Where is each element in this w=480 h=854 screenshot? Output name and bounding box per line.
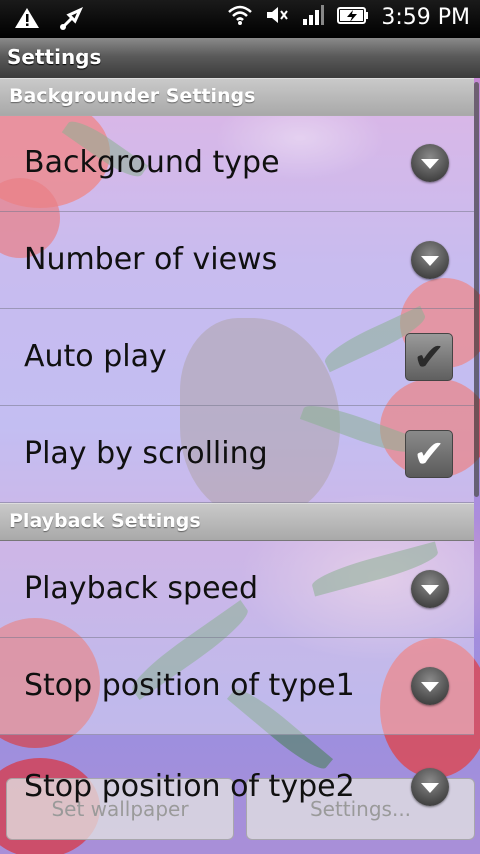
setting-label: Stop position of type1 — [24, 668, 355, 703]
clock: 3:59 PM — [381, 4, 470, 30]
setting-stop-position-type2[interactable]: Stop position of type2 — [0, 735, 474, 831]
setting-number-of-views[interactable]: Number of views — [0, 212, 474, 309]
battery-charging-icon — [337, 5, 369, 29]
dropdown-arrow-icon — [411, 667, 449, 705]
setting-label: Playback speed — [24, 571, 259, 606]
section-header-playback: Playback Settings — [0, 503, 474, 541]
setting-label: Auto play — [24, 339, 167, 374]
title-bar: Settings — [0, 38, 480, 79]
dropdown-arrow-icon — [411, 768, 449, 806]
scrollbar[interactable] — [474, 82, 479, 497]
play-by-scrolling-checkbox[interactable]: ✔ — [405, 430, 453, 478]
dropdown-arrow-icon — [411, 570, 449, 608]
auto-play-checkbox[interactable]: ✔ — [405, 333, 453, 381]
setting-stop-position-type1[interactable]: Stop position of type1 — [0, 638, 474, 735]
page-title: Settings — [7, 45, 102, 69]
dropdown-arrow-icon — [411, 241, 449, 279]
setting-play-by-scrolling[interactable]: Play by scrolling ✔ — [0, 406, 474, 503]
setting-label: Background type — [24, 145, 280, 180]
setting-label: Number of views — [24, 242, 278, 277]
mute-icon — [265, 4, 289, 30]
signal-icon — [301, 4, 325, 30]
usb-debug-icon — [58, 6, 84, 36]
setting-playback-speed[interactable]: Playback speed — [0, 541, 474, 638]
checkmark-icon: ✔ — [413, 335, 445, 379]
checkmark-icon: ✔ — [413, 432, 445, 476]
setting-label: Play by scrolling — [24, 436, 268, 471]
setting-background-type[interactable]: Background type — [0, 115, 474, 212]
setting-label: Stop position of type2 — [24, 769, 355, 804]
wifi-icon — [227, 4, 253, 30]
warning-icon — [14, 6, 40, 36]
section-header-label: Backgrounder Settings — [9, 85, 256, 107]
section-header-label: Playback Settings — [9, 510, 201, 532]
section-header-backgrounder: Backgrounder Settings — [0, 78, 474, 116]
setting-auto-play[interactable]: Auto play ✔ — [0, 309, 474, 406]
status-bar: 3:59 PM — [0, 0, 480, 38]
dropdown-arrow-icon — [411, 144, 449, 182]
